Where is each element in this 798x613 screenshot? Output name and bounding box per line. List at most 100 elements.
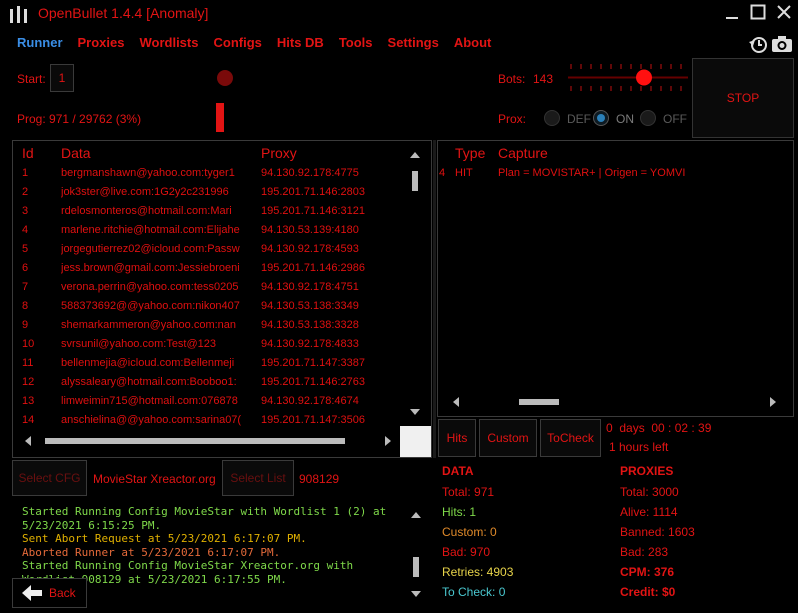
row-id: 8 [22, 299, 29, 312]
minimize-icon[interactable] [724, 5, 740, 21]
filter-tocheck-button[interactable]: ToCheck [540, 419, 601, 457]
row-proxy: 94.130.92.178:4674 [261, 394, 359, 407]
table-row[interactable]: 2 jok3ster@live.com:1G2y2c231996 195.201.7… [13, 182, 403, 201]
proxies-credit: Credit: $0 [620, 585, 676, 599]
back-label: Back [49, 586, 76, 600]
row-id: 5 [22, 242, 29, 255]
data-hscrollbar-thumb[interactable] [45, 438, 345, 444]
menu-settings[interactable]: Settings [388, 35, 439, 53]
camera-icon[interactable] [771, 35, 793, 53]
row-proxy: 94.130.53.138:3349 [261, 299, 359, 312]
data-bad: Bad: 970 [442, 545, 491, 559]
row-proxy: 195.201.71.146:2986 [261, 261, 365, 274]
stop-label: STOP [726, 91, 760, 105]
row-proxy: 94.130.53.139:4180 [261, 223, 359, 236]
table-row[interactable]: 13 limweimin715@hotmail.com:076878 94.130.… [13, 391, 403, 410]
log-scroll-up-icon[interactable] [411, 512, 421, 518]
start-input[interactable]: 1 [50, 64, 74, 92]
row-proxy: 94.130.53.138:3328 [261, 318, 359, 331]
table-row[interactable]: 7 verona.perrin@yahoo.com:tess0205 94.130.… [13, 277, 403, 296]
bots-label: Bots: [498, 72, 526, 86]
status-indicator [217, 70, 233, 86]
data-tocheck: To Check: 0 [442, 585, 506, 599]
select-list-button[interactable]: Select List [222, 460, 294, 496]
menu-bar: Runner Proxies Wordlists Configs Hits DB… [17, 35, 491, 53]
prox-on-label: ON [616, 112, 634, 126]
capture-scroll-right-icon[interactable] [770, 397, 776, 407]
capture-hscrollbar-thumb[interactable] [519, 399, 559, 405]
row-data: limweimin715@hotmail.com:076878 [61, 394, 238, 407]
log-scroll-down-icon[interactable] [411, 591, 421, 597]
table-row[interactable]: 1 bergmanshawn@yahoo.com:tyger1 94.130.92.… [13, 163, 403, 182]
row-data: bergmanshawn@yahoo.com:tyger1 [61, 166, 235, 179]
table-row[interactable]: 11 bellenmejia@icloud.com:Bellenmeji 195.2… [13, 353, 403, 372]
pane-splitter[interactable] [433, 140, 436, 458]
back-button[interactable]: Back [12, 578, 87, 608]
menu-proxies[interactable]: Proxies [78, 35, 125, 53]
stop-button[interactable]: STOP [692, 58, 794, 138]
capture-table: Type Capture 4 HIT Plan = MOVISTAR+ | Orig… [437, 140, 794, 417]
row-id: 7 [22, 280, 29, 293]
prox-on-radio[interactable] [593, 110, 609, 126]
table-row[interactable]: 8 588373692@@yahoo.com:nikon407 94.130.53.… [13, 296, 403, 315]
table-row[interactable]: 6 jess.brown@gmail.com:Jessiebroeni 195.20… [13, 258, 403, 277]
select-list-label: Select List [230, 471, 286, 485]
log-line: Aborted Runner at 5/23/2021 6:17:07 PM. [22, 545, 281, 559]
menu-runner[interactable]: Runner [17, 35, 63, 53]
row-id: 6 [22, 261, 29, 274]
filter-hits-button[interactable]: Hits [438, 419, 476, 457]
log-line: Sent Abort Request at 5/23/2021 6:17:07 … [22, 532, 307, 545]
data-scroll-up-icon[interactable] [410, 152, 420, 158]
data-retries: Retries: 4903 [442, 565, 514, 579]
close-icon[interactable] [776, 4, 792, 20]
filter-custom-button[interactable]: Custom [479, 419, 537, 457]
table-row[interactable]: 14 anschielina@@yahoo.com:sarina07(195.20… [13, 410, 403, 429]
table-row[interactable]: 5 jorgegutierrez02@icloud.com:Passw 94.130… [13, 239, 403, 258]
data-scroll-left-icon[interactable] [25, 436, 31, 446]
menu-tools[interactable]: Tools [339, 35, 373, 53]
table-row[interactable]: 9 shemarkammeron@yahoo.com:nan 94.130.53.1… [13, 315, 403, 334]
menu-wordlists[interactable]: Wordlists [139, 35, 198, 53]
table-row[interactable]: 4 marlene.ritchie@hotmail.com:Elijahe 94.1… [13, 220, 403, 239]
col-header-type[interactable]: Type [455, 145, 485, 161]
proxies-alive: Alive: 1114 [620, 505, 678, 519]
data-table: Id Data Proxy 1 bergmanshawn@yahoo.com:ty… [12, 140, 432, 458]
col-header-data[interactable]: Data [61, 145, 91, 161]
time-remaining: 1 hours left [609, 440, 669, 454]
data-scroll-right-icon[interactable] [385, 436, 391, 446]
menu-about[interactable]: About [454, 35, 492, 53]
prox-def-radio[interactable] [544, 110, 560, 126]
col-header-capture[interactable]: Capture [498, 145, 548, 161]
data-rows: 1 bergmanshawn@yahoo.com:tyger1 94.130.92.… [13, 163, 403, 433]
col-header-proxy[interactable]: Proxy [261, 145, 297, 161]
col-header-id[interactable]: Id [22, 145, 34, 161]
row-data: bellenmejia@icloud.com:Bellenmeji [61, 356, 235, 369]
capture-scroll-left-icon[interactable] [453, 397, 459, 407]
capture-row[interactable]: 4 HIT Plan = MOVISTAR+ | Origen = YOMVI [438, 163, 793, 182]
row-id: 11 [22, 356, 34, 369]
table-row[interactable]: 3 rdelosmonteros@hotmail.com:Mari 195.201.… [13, 201, 403, 220]
menu-hits-db[interactable]: Hits DB [277, 35, 324, 53]
row-proxy: 94.130.92.178:4593 [261, 242, 359, 255]
table-row[interactable]: 10 svrsunil@yahoo.com:Test@123 94.130.92.1… [13, 334, 403, 353]
data-scrollbar-thumb[interactable] [412, 171, 418, 191]
data-scroll-down-icon[interactable] [410, 409, 420, 415]
capture-row-lead: 4 [439, 166, 446, 179]
row-proxy: 94.130.92.178:4751 [261, 280, 359, 293]
history-icon[interactable] [748, 34, 768, 54]
data-total: Total: 971 [442, 485, 495, 499]
scroll-corner [400, 426, 431, 457]
wordlist-name: 908129 [299, 472, 340, 486]
capture-row-type: HIT [455, 166, 473, 179]
prox-off-radio[interactable] [640, 110, 656, 126]
data-stats-title: DATA [442, 464, 474, 478]
bots-slider[interactable] [568, 62, 688, 92]
menu-configs[interactable]: Configs [213, 35, 261, 53]
start-value: 1 [58, 71, 66, 85]
select-cfg-button[interactable]: Select CFG [12, 460, 87, 496]
table-row[interactable]: 12 alyssaleary@hotmail.com:Booboo1: 195.20… [13, 372, 403, 391]
row-id: 1 [22, 166, 29, 179]
row-proxy: 94.130.92.178:4833 [261, 337, 359, 350]
log-scrollbar-thumb[interactable] [413, 557, 419, 577]
maximize-icon[interactable] [750, 4, 766, 20]
